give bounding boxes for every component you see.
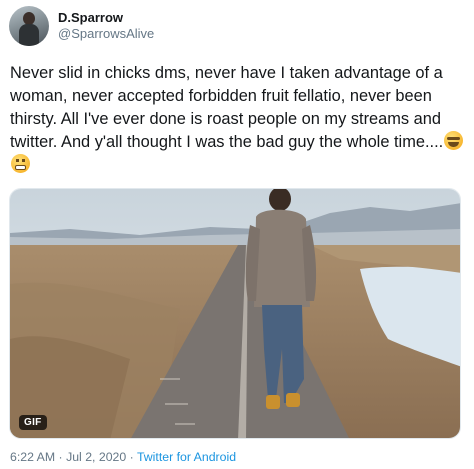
gif-badge: GIF <box>19 415 47 430</box>
desert-road-gif-image <box>10 189 460 438</box>
separator: · <box>55 450 67 464</box>
user-handle[interactable]: @SparrowsAlive <box>58 26 154 42</box>
tweet-date[interactable]: Jul 2, 2020 <box>66 450 126 464</box>
grimacing-face-emoji-icon <box>11 154 30 173</box>
separator: · <box>126 450 137 464</box>
avatar[interactable] <box>9 6 49 46</box>
author-names: D.Sparrow @SparrowsAlive <box>58 10 154 42</box>
tweet-text: Never slid in chicks dms, never have I t… <box>10 62 468 177</box>
grinning-face-with-sweat-emoji-icon <box>444 131 464 150</box>
tweet-source-link[interactable]: Twitter for Android <box>137 450 236 464</box>
tweet-time[interactable]: 6:22 AM <box>10 450 55 464</box>
display-name[interactable]: D.Sparrow <box>58 10 154 26</box>
tweet-metadata: 6:22 AM · Jul 2, 2020 · Twitter for Andr… <box>10 450 236 464</box>
avatar-body <box>19 24 39 46</box>
tweet-text-content: Never slid in chicks dms, never have I t… <box>10 64 444 151</box>
tweet: D.Sparrow @SparrowsAlive Never slid in c… <box>0 0 474 469</box>
gif-media[interactable]: GIF <box>9 188 461 439</box>
tweet-header: D.Sparrow @SparrowsAlive <box>9 6 154 46</box>
